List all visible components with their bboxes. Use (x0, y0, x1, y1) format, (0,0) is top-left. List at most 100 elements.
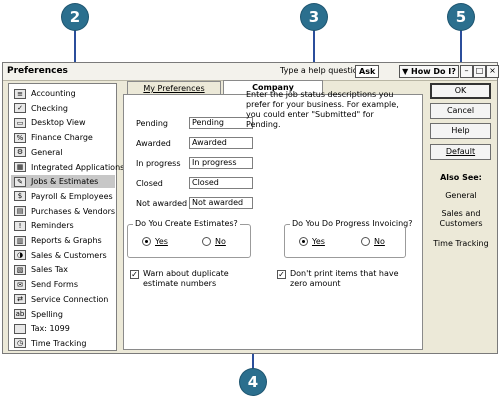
closed-field[interactable]: Closed (189, 177, 253, 189)
also-see-sales-customers[interactable]: Sales and Customers (433, 209, 489, 229)
dont-print-zero-box: ✓ (277, 270, 286, 279)
callout-3: 3 (301, 4, 327, 30)
progress-yes-label: Yes (312, 237, 325, 246)
dont-print-zero-label: Don't print items that have zero amount (290, 269, 399, 288)
sidebar-item-jobs-estimates[interactable]: ✎ Jobs & Estimates (11, 175, 115, 189)
create-estimates-title: Do You Create Estimates? (133, 219, 240, 228)
tab-my-preferences[interactable]: My Preferences (127, 81, 221, 95)
help-button[interactable]: Help (430, 123, 491, 139)
progress-no-label: No (374, 237, 385, 246)
default-button[interactable]: Default (430, 144, 491, 160)
tab-my-preferences-label: My Preferences (143, 84, 205, 93)
warn-duplicate-checkbox[interactable]: ✓ Warn about duplicate estimate numbers (130, 269, 250, 289)
pending-label: Pending (136, 119, 168, 128)
in-progress-label: In progress (136, 159, 181, 168)
sidebar-item-finance-charge[interactable]: % Finance Charge (11, 131, 115, 144)
sidebar-item-label: Purchases & Vendors (31, 206, 116, 216)
sidebar-item-accounting[interactable]: ≡ Accounting (11, 87, 115, 100)
category-list[interactable]: ≡ Accounting ✓ Checking ▭ Desktop View% Financ… (8, 83, 124, 351)
pending-field[interactable]: Pending (189, 117, 253, 129)
default-button-label: Default (445, 147, 476, 156)
sidebar-item-sales-tax[interactable]: ▧ Sales Tax (11, 263, 115, 276)
sidebar-item-label: Sales & Customers (31, 250, 107, 260)
sidebar-item-general[interactable]: ⚙ General (11, 146, 115, 159)
warn-duplicate-label: Warn about duplicate estimate numbers (143, 269, 229, 288)
sidebar-item-label: Tax: 1099 (31, 324, 70, 334)
sidebar-item-label: Sales Tax (31, 265, 69, 275)
sidebar-item-integrated-applications[interactable]: ▦ Integrated Applications (11, 161, 124, 174)
not-awarded-field[interactable]: Not awarded (189, 197, 253, 209)
sidebar-item-send-forms[interactable]: ✉ Send Forms (11, 278, 115, 291)
sidebar-item-label: General (31, 147, 63, 157)
awarded-label: Awarded (136, 139, 171, 148)
sidebar-item-label: Service Connection (31, 294, 109, 304)
dialog-titlebar: Preferences Type a help question Ask ▼ H… (3, 63, 499, 81)
warn-duplicate-box: ✓ (130, 270, 139, 279)
sidebar-item-reminders[interactable]: ! Reminders (11, 219, 115, 232)
accounting-icon: ≡ (14, 88, 26, 99)
time-tracking-icon: ◷ (14, 338, 26, 349)
callout-4: 4 (240, 369, 266, 395)
sidebar-item-label: Accounting (31, 89, 76, 98)
sidebar-item-tax-1099[interactable]: Tax: 1099 (11, 322, 115, 335)
closed-label: Closed (136, 179, 163, 188)
maximize-icon[interactable]: □ (473, 65, 486, 78)
sidebar-item-label: Payroll & Employees (31, 191, 113, 201)
sidebar-item-payroll-employees[interactable]: $ Payroll & Employees (11, 190, 115, 203)
progress-invoicing-title: Do You Do Progress Invoicing? (290, 219, 415, 228)
not-awarded-label: Not awarded (136, 199, 188, 208)
payroll-employees-icon: $ (14, 191, 26, 202)
awarded-field[interactable]: Awarded (189, 137, 253, 149)
sidebar-item-service-connection[interactable]: ⇄ Service Connection (11, 293, 115, 306)
how-do-i-button[interactable]: ▼ How Do I? (399, 65, 459, 78)
ask-button[interactable]: Ask (355, 65, 380, 78)
spelling-icon: ab (14, 309, 26, 319)
tax-1099-icon (14, 323, 26, 334)
sidebar-item-label: Desktop View (31, 118, 86, 128)
sidebar-item-time-tracking[interactable]: ◷ Time Tracking (11, 337, 115, 350)
sidebar-item-reports-graphs[interactable]: ▥ Reports & Graphs (11, 234, 115, 247)
sidebar-item-label: Reports & Graphs (31, 236, 102, 245)
integrated-applications-icon: ▦ (14, 162, 26, 172)
progress-no-dot (361, 237, 370, 246)
sidebar-item-desktop-view[interactable]: ▭ Desktop View (11, 116, 115, 129)
dont-print-zero-checkbox[interactable]: ✓ Don't print items that have zero amoun… (277, 269, 403, 289)
progress-yes-radio[interactable]: Yes (299, 237, 325, 246)
estimates-no-radio[interactable]: No (202, 237, 226, 246)
sidebar-item-label: Time Tracking (31, 338, 87, 348)
jobs-estimates-icon: ✎ (14, 176, 26, 187)
also-see-heading: Also See: (440, 173, 482, 182)
callout-2: 2 (62, 4, 88, 30)
sidebar-item-label: Spelling (31, 309, 63, 319)
cancel-button[interactable]: Cancel (430, 103, 491, 119)
preferences-dialog: Preferences Type a help question Ask ▼ H… (2, 62, 499, 354)
checking-icon: ✓ (14, 103, 26, 114)
sidebar-item-checking[interactable]: ✓ Checking (11, 102, 115, 115)
in-progress-field[interactable]: In progress (189, 157, 253, 169)
close-icon[interactable]: × (486, 65, 499, 78)
finance-charge-icon: % (14, 132, 26, 143)
sidebar-item-sales-customers[interactable]: ◑ Sales & Customers (11, 249, 115, 262)
reminders-icon: ! (14, 220, 26, 231)
service-connection-icon: ⇄ (14, 294, 26, 305)
sidebar-item-purchases-vendors[interactable]: ▤ Purchases & Vendors (11, 205, 115, 218)
sidebar-item-spelling[interactable]: ab Spelling (11, 308, 115, 321)
sidebar-item-label: Send Forms (31, 280, 79, 290)
also-see-time-tracking[interactable]: Time Tracking (428, 239, 494, 249)
sales-tax-icon: ▧ (14, 264, 26, 275)
estimates-no-label: No (215, 237, 226, 246)
progress-no-radio[interactable]: No (361, 237, 385, 246)
sidebar-item-label: Finance Charge (31, 133, 93, 143)
job-status-description: Enter the job status descriptions you pr… (246, 90, 399, 129)
sidebar-item-label: Integrated Applications (31, 162, 125, 172)
also-see-general[interactable]: General (428, 191, 494, 201)
dialog-title: Preferences (7, 66, 68, 76)
purchases-vendors-icon: ▤ (14, 206, 26, 217)
minimize-icon[interactable]: – (460, 65, 473, 78)
estimates-yes-radio[interactable]: Yes (142, 237, 168, 246)
callout-5: 5 (448, 4, 474, 30)
reports-graphs-icon: ▥ (14, 235, 26, 246)
send-forms-icon: ✉ (14, 279, 26, 290)
ok-button[interactable]: OK (430, 83, 491, 99)
estimates-yes-label: Yes (155, 237, 168, 246)
